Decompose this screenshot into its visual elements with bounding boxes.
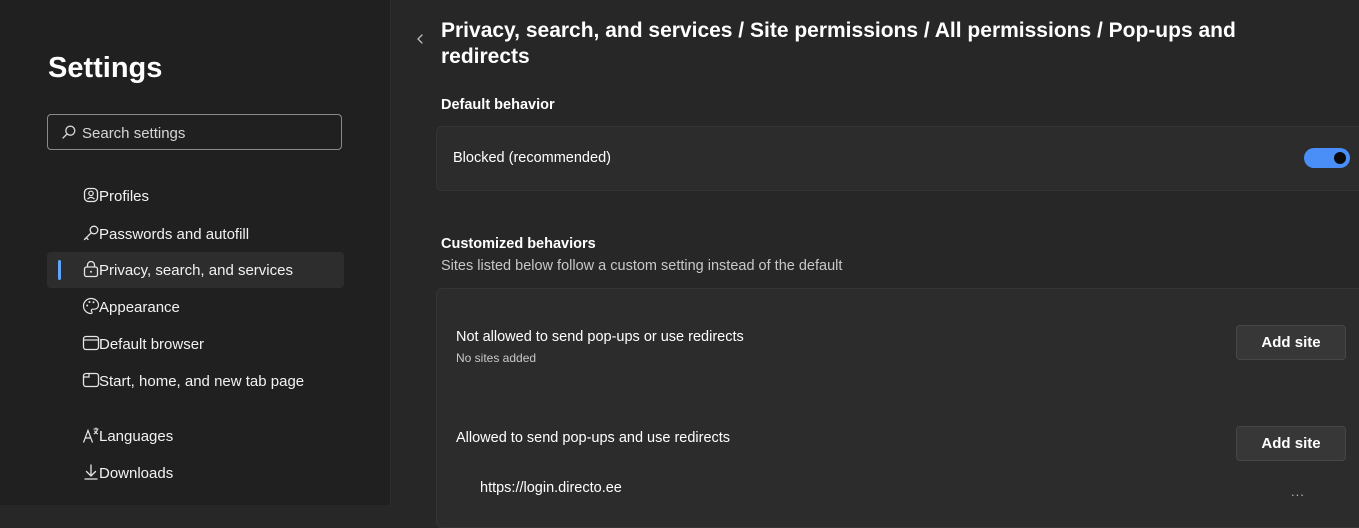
palette-icon — [82, 297, 100, 315]
key-icon — [82, 224, 100, 242]
page-title: Privacy, search, and services / Site per… — [441, 19, 1236, 68]
toggle-knob — [1334, 152, 1346, 164]
customized-behaviors-card: Not allowed to send pop-ups or use redir… — [436, 288, 1359, 528]
browser-icon — [82, 334, 100, 352]
sidebar-item-label: Start, home, and new tab page — [99, 372, 305, 390]
customized-behaviors-heading: Customized behaviors — [441, 236, 596, 252]
sidebar-item-label: Passwords and autofill — [99, 225, 250, 243]
sidebar: Settings Profiles Passwords and autofill — [0, 0, 391, 505]
profile-icon — [82, 186, 100, 204]
not-allowed-status: No sites added — [456, 351, 537, 365]
sidebar-item-appearance[interactable]: Appearance — [47, 289, 344, 325]
customized-behaviors-subtitle: Sites listed below follow a custom setti… — [441, 258, 843, 274]
allowed-site-url: https://login.directo.ee — [480, 480, 622, 496]
add-site-blocked-button[interactable]: Add site — [1236, 325, 1346, 360]
active-indicator — [58, 260, 61, 280]
sidebar-item-passwords[interactable]: Passwords and autofill — [47, 216, 344, 252]
settings-title: Settings — [48, 52, 163, 84]
search-icon — [62, 125, 76, 139]
allowed-label: Allowed to send pop-ups and use redirect… — [456, 430, 731, 446]
sidebar-item-label: Default browser — [99, 335, 205, 353]
sidebar-item-label: Downloads — [99, 464, 174, 482]
home-tab-icon — [82, 371, 100, 389]
languages-icon — [82, 426, 100, 444]
sidebar-item-label: Appearance — [99, 298, 180, 316]
sidebar-item-start-home[interactable]: Start, home, and new tab page — [47, 363, 344, 399]
lock-icon — [82, 260, 100, 278]
chevron-left-icon[interactable] — [414, 30, 426, 48]
search-box[interactable] — [47, 114, 342, 151]
blocked-toggle[interactable] — [1304, 148, 1350, 168]
sidebar-item-default-browser[interactable]: Default browser — [47, 326, 344, 362]
default-behavior-heading: Default behavior — [441, 97, 555, 113]
not-allowed-label: Not allowed to send pop-ups or use redir… — [456, 329, 744, 345]
sidebar-item-profiles[interactable]: Profiles — [47, 178, 344, 214]
sidebar-item-privacy[interactable]: Privacy, search, and services — [47, 252, 344, 288]
add-site-allowed-button[interactable]: Add site — [1236, 426, 1346, 461]
sidebar-item-languages[interactable]: Languages — [47, 418, 344, 454]
sidebar-item-label: Languages — [99, 427, 174, 445]
search-input[interactable] — [80, 115, 334, 151]
sidebar-item-label: Privacy, search, and services — [99, 261, 293, 279]
default-behavior-card: Blocked (recommended) — [436, 126, 1359, 191]
sidebar-item-label: Profiles — [99, 187, 150, 205]
blocked-label: Blocked (recommended) — [453, 150, 611, 166]
more-options-icon[interactable]: ... — [1291, 484, 1305, 499]
download-icon — [82, 463, 100, 481]
sidebar-item-downloads[interactable]: Downloads — [47, 455, 344, 491]
